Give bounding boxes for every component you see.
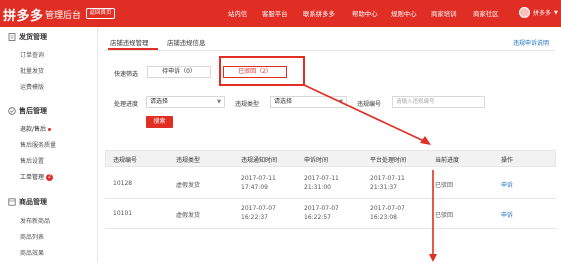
cell-handle-date: 2017-07-11 xyxy=(370,175,405,182)
cell-notify-time: 17:47:09 xyxy=(241,184,268,191)
tab-violation-management[interactable]: 店铺违规管理 xyxy=(110,38,148,47)
sidebar-item-refund[interactable]: 退款/售后 xyxy=(20,124,52,133)
appeal-help-link[interactable]: 违规申诉说明 xyxy=(513,38,549,47)
cell-notify-date: 2017-07-11 xyxy=(241,175,276,182)
back-home-button[interactable]: 返回首页 xyxy=(86,8,115,19)
violation-type-select[interactable]: 请选择 ▼ xyxy=(270,96,347,108)
quick-filter-label: 快速筛选 xyxy=(114,71,139,78)
sidebar-item-aftersale-settings[interactable]: 售后设置 xyxy=(20,156,44,165)
sidebar-item-freight-template[interactable]: 运费模版 xyxy=(20,82,44,91)
sidebar-group-aftersale[interactable]: 售后管理 xyxy=(8,106,47,116)
sidebar-group-shipping[interactable]: 发货管理 xyxy=(8,32,47,42)
notification-dot xyxy=(48,128,52,131)
sidebar-item-label: 退款/售后 xyxy=(20,126,47,133)
user-menu[interactable]: 拼多多 ▼ xyxy=(519,7,558,18)
row-divider xyxy=(105,228,556,229)
column-header-id: 违规编号 xyxy=(113,157,138,164)
user-name: 拼多多 xyxy=(533,10,552,17)
top-bar: 拼多多 管理后台 返回首页 站内信 客服平台 联系拼多多 帮助中心 规则中心 商… xyxy=(0,0,561,27)
column-header-status: 当前进度 xyxy=(435,157,460,164)
column-header-action: 操作 xyxy=(501,157,514,164)
violation-type-label: 违规类型 xyxy=(235,101,260,108)
violation-type-select-value: 请选择 xyxy=(274,98,293,105)
column-header-handle-time: 平台处理时间 xyxy=(370,157,407,164)
chevron-down-icon: ▼ xyxy=(217,99,221,105)
filter-pending-button[interactable]: 待申诉（0） xyxy=(147,66,211,78)
document-icon xyxy=(8,33,16,41)
column-header-type: 违规类型 xyxy=(176,157,201,164)
column-header-notify-time: 违规通知时间 xyxy=(241,157,278,164)
admin-title: 管理后台 xyxy=(45,11,82,21)
cell-appeal-time: 21:31:00 xyxy=(304,184,331,191)
tab-divider xyxy=(104,50,555,51)
sidebar-group-label: 发货管理 xyxy=(19,33,47,41)
row-divider xyxy=(105,198,556,199)
cell-notify-time: 16:22:37 xyxy=(241,214,268,221)
cell-appeal-time: 16:22:57 xyxy=(304,214,331,221)
sidebar-item-product-effect[interactable]: 商品效果 xyxy=(20,248,44,257)
sidebar-item-product-list[interactable]: 商品列表 xyxy=(20,232,44,241)
sidebar-item-batch-ship[interactable]: 批量发货 xyxy=(20,66,44,75)
chevron-down-icon: ▼ xyxy=(339,99,343,105)
cell-handle-time: 16:23:08 xyxy=(370,214,397,221)
violation-id-label: 违规编号 xyxy=(357,101,382,108)
progress-select[interactable]: 请选择 ▼ xyxy=(146,96,225,108)
sidebar-item-new-product[interactable]: 发布新商品 xyxy=(20,216,50,225)
appeal-link[interactable]: 申诉 xyxy=(501,210,513,219)
search-button[interactable]: 搜索 xyxy=(146,116,173,128)
cell-appeal-date: 2017-07-07 xyxy=(304,205,339,212)
cell-id: 10101 xyxy=(113,210,133,217)
sidebar-item-label: 工单管理 xyxy=(20,174,45,181)
tab-violation-info[interactable]: 店铺违规信息 xyxy=(167,38,205,47)
nav-training[interactable]: 商家培训 xyxy=(431,9,457,18)
nav-help[interactable]: 帮助中心 xyxy=(352,9,378,18)
cell-handle-date: 2017-07-07 xyxy=(370,205,405,212)
progress-select-value: 请选择 xyxy=(150,98,169,105)
sidebar-item-tickets[interactable]: 工单管理 2 xyxy=(20,172,54,181)
cell-id: 10128 xyxy=(113,180,133,187)
nav-messages[interactable]: 站内信 xyxy=(228,9,247,18)
sidebar-group-products[interactable]: 商品管理 xyxy=(8,197,47,207)
table-header xyxy=(105,150,556,167)
sidebar-item-order-query[interactable]: 订单查询 xyxy=(20,50,44,59)
column-header-appeal-time: 申诉时间 xyxy=(304,157,329,164)
cell-notify-date: 2017-07-07 xyxy=(241,205,276,212)
ticket-count-badge: 2 xyxy=(46,174,54,181)
cell-type: 虚假发货 xyxy=(176,182,201,189)
chevron-down-icon: ▼ xyxy=(554,9,558,16)
avatar xyxy=(519,7,530,18)
nav-customer-service[interactable]: 客服平台 xyxy=(262,9,288,18)
appeal-link[interactable]: 申诉 xyxy=(501,180,513,189)
cell-status: 已驳回 xyxy=(435,182,454,189)
cell-type: 虚假发货 xyxy=(176,212,201,219)
sidebar-group-label: 售后管理 xyxy=(19,107,47,115)
cell-status: 已驳回 xyxy=(435,212,454,219)
brand-logo[interactable]: 拼多多 xyxy=(3,5,44,24)
nav-community[interactable]: 商家社区 xyxy=(473,9,499,18)
progress-label: 处理进度 xyxy=(114,101,139,108)
nav-contact[interactable]: 联系拼多多 xyxy=(303,9,335,18)
cell-handle-time: 21:31:37 xyxy=(370,184,397,191)
aftersale-icon xyxy=(8,107,16,115)
sidebar-item-service-quality[interactable]: 售后服务质量 xyxy=(20,140,56,149)
active-tab-indicator xyxy=(108,48,158,50)
violation-id-input[interactable]: 请输入违规编号 xyxy=(392,96,485,108)
cell-appeal-date: 2017-07-11 xyxy=(304,175,339,182)
sidebar-group-label: 商品管理 xyxy=(19,198,47,206)
annotation-highlight-box xyxy=(219,56,305,86)
nav-rules[interactable]: 规则中心 xyxy=(391,9,417,18)
sidebar: 发货管理 订单查询 批量发货 运费模版 售后管理 退款/售后 售后服务质量 售后… xyxy=(0,27,98,263)
product-icon xyxy=(8,198,16,206)
